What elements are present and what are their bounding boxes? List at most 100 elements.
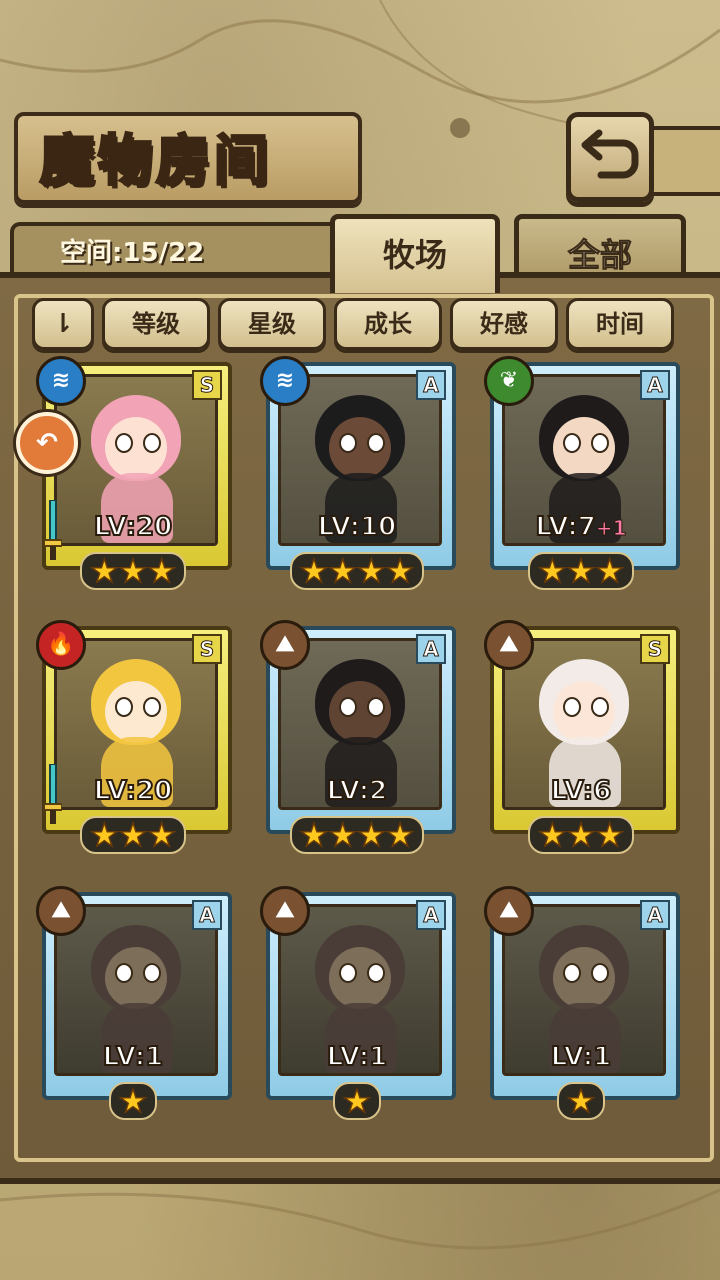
sort-time-button[interactable]: 时间	[566, 298, 674, 350]
star-icon: ★	[595, 552, 625, 590]
earth-element-icon: ⛰	[484, 886, 534, 936]
character-eye	[339, 433, 357, 453]
character-eye	[115, 697, 133, 717]
star-icon: ★	[595, 816, 625, 854]
rank-badge: A	[640, 370, 670, 400]
star-icon: ★	[118, 552, 148, 590]
level-text: LV:20	[93, 511, 174, 543]
water-element-icon: ≋	[36, 356, 86, 406]
rank-badge: S	[192, 370, 222, 400]
star-bar: ★★★★	[289, 816, 425, 854]
star-icon: ★	[89, 552, 119, 590]
monster-card[interactable]: S ⛰ LV:6 ★★★	[484, 620, 680, 854]
level-label: LV:7+1	[490, 511, 672, 543]
page-title: 魔物房间	[39, 128, 272, 194]
character-eye	[143, 963, 161, 983]
star-icon: ★	[342, 1082, 372, 1120]
character-eye	[367, 697, 385, 717]
sort-star-button[interactable]: 星级	[218, 298, 326, 350]
space-counter: 空间:15/22	[60, 238, 205, 268]
star-icon: ★	[356, 816, 386, 854]
level-label: LV:6	[490, 775, 672, 807]
sort-growth-button[interactable]: 成长	[334, 298, 442, 350]
sort-order-toggle[interactable]: ⇂	[32, 298, 94, 350]
character-eye	[143, 697, 161, 717]
star-rating: ★★★★	[266, 816, 448, 854]
character-eye	[367, 963, 385, 983]
star-icon: ★	[299, 816, 329, 854]
star-rating: ★★★	[42, 816, 224, 854]
character-eye	[591, 433, 609, 453]
character-eye	[143, 433, 161, 453]
equipped-sword-icon	[43, 499, 63, 562]
water-element-icon: ≋	[260, 356, 310, 406]
star-rating: ★	[266, 1082, 448, 1120]
star-icon: ★	[385, 816, 415, 854]
star-bar: ★	[556, 1082, 606, 1120]
equipped-sword-icon	[43, 763, 63, 826]
star-icon: ★	[118, 816, 148, 854]
sort-level-button[interactable]: 等级	[102, 298, 210, 350]
monster-card[interactable]: A ⛰ LV:1 ★	[36, 886, 232, 1120]
rank-badge: A	[416, 370, 446, 400]
star-icon: ★	[147, 816, 177, 854]
fire-element-icon: 🔥	[36, 620, 86, 670]
star-icon: ★	[537, 816, 567, 854]
earth-element-icon: ⛰	[260, 620, 310, 670]
level-text: LV:2	[326, 775, 388, 807]
monster-card[interactable]: A ⛰ LV:1 ★	[260, 886, 456, 1120]
star-icon: ★	[299, 552, 329, 590]
monster-card[interactable]: A ⛰ LV:2 ★★★★	[260, 620, 456, 854]
star-icon: ★	[118, 1082, 148, 1120]
monster-card[interactable]: A ⛰ LV:1 ★	[484, 886, 680, 1120]
star-bar: ★★★	[527, 552, 635, 590]
monster-card[interactable]: S ≋ LV:20 ★★★ ↶	[16, 356, 232, 590]
rank-badge: S	[192, 634, 222, 664]
star-icon: ★	[89, 816, 119, 854]
monster-card[interactable]: S 🔥 LV:20 ★★★	[36, 620, 232, 854]
character-eye	[115, 433, 133, 453]
level-label: LV:10	[266, 511, 448, 543]
star-icon: ★	[566, 816, 596, 854]
level-label: LV:1	[266, 1041, 448, 1073]
back-button[interactable]	[566, 112, 654, 202]
star-rating: ★★★	[490, 816, 672, 854]
return-arrow-icon	[581, 129, 639, 179]
rank-badge: A	[416, 900, 446, 930]
monster-card[interactable]: A ≋ LV:10 ★★★★	[260, 356, 456, 590]
character-eye	[591, 963, 609, 983]
character-eye	[367, 433, 385, 453]
level-label: LV:2	[266, 775, 448, 807]
character-eye	[339, 963, 357, 983]
character-eye	[563, 697, 581, 717]
level-text: LV:1	[326, 1041, 388, 1073]
level-label: LV:1	[42, 1041, 224, 1073]
earth-element-icon: ⛰	[36, 886, 86, 936]
return-badge-icon[interactable]: ↶	[16, 412, 78, 474]
star-bar: ★	[332, 1082, 382, 1120]
rank-badge: A	[416, 634, 446, 664]
level-text: LV:1	[550, 1041, 612, 1073]
sort-affection-button[interactable]: 好感	[450, 298, 558, 350]
star-bar: ★★★★	[289, 552, 425, 590]
star-bar: ★	[108, 1082, 158, 1120]
star-bar: ★★★	[79, 816, 187, 854]
earth-element-icon: ⛰	[484, 620, 534, 670]
tab-ranch[interactable]: 牧场	[330, 214, 500, 293]
level-text: LV:1	[102, 1041, 164, 1073]
star-rating: ★	[42, 1082, 224, 1120]
level-text: LV:20	[93, 775, 174, 807]
character-eye	[339, 697, 357, 717]
monster-card[interactable]: A ❦ LV:7+1 ★★★	[484, 356, 680, 590]
star-icon: ★	[385, 552, 415, 590]
level-text: LV:10	[317, 511, 398, 543]
star-bar: ★★★	[79, 552, 187, 590]
level-bonus: +1	[595, 516, 627, 541]
star-icon: ★	[328, 552, 358, 590]
earth-element-icon: ⛰	[260, 886, 310, 936]
star-rating: ★★★★	[266, 552, 448, 590]
character-eye	[563, 963, 581, 983]
star-icon: ★	[537, 552, 567, 590]
level-label: LV:20	[42, 511, 224, 543]
rank-badge: A	[192, 900, 222, 930]
